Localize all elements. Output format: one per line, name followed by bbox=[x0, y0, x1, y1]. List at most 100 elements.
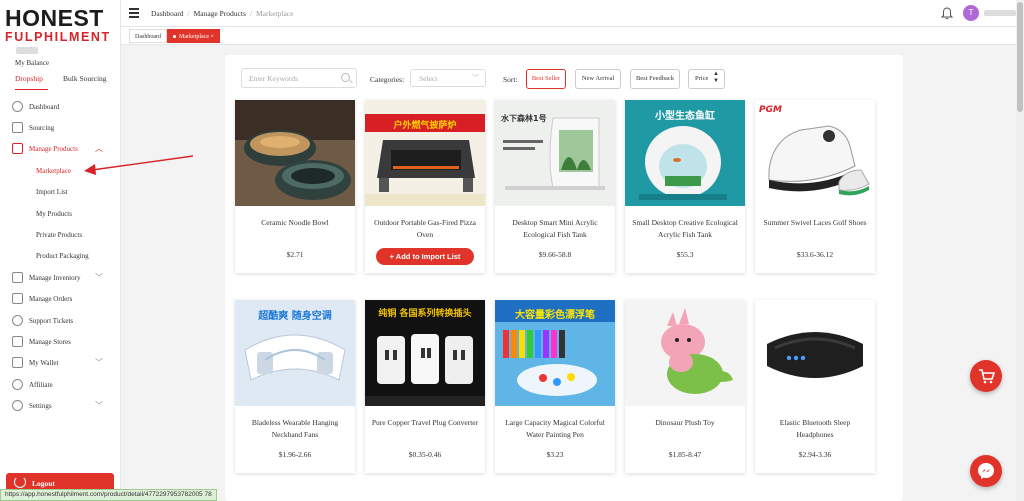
sidebar-item-my-wallet[interactable]: My Wallet ﹀ bbox=[0, 356, 121, 372]
sidebar-item-label: My Wallet bbox=[29, 359, 59, 367]
logout-label: Logout bbox=[32, 479, 55, 488]
tab-bulk-sourcing[interactable]: Bulk Sourcing bbox=[63, 72, 107, 90]
product-image-banner: 户外燃气披萨炉 bbox=[393, 121, 457, 131]
page-tabs: Dashboard Marketplace × bbox=[121, 27, 1024, 45]
categories-select[interactable]: Select ﹀ bbox=[410, 69, 486, 87]
product-price: $2.94-3.36 bbox=[798, 450, 832, 459]
menu-toggle-icon[interactable] bbox=[129, 8, 139, 18]
close-icon[interactable]: × bbox=[210, 34, 213, 40]
product-price: $55.3 bbox=[676, 250, 694, 259]
breadcrumb-dashboard[interactable]: Dashboard bbox=[151, 9, 184, 18]
product-card[interactable]: Dinosaur Plush Toy $1.85-8.47 bbox=[625, 300, 745, 473]
search-icon[interactable] bbox=[341, 73, 350, 82]
sort-best-feedback-button[interactable]: Best Feedback bbox=[630, 69, 680, 89]
product-price: $9.66-58.8 bbox=[538, 250, 572, 259]
sidebar-item-sourcing[interactable]: Sourcing bbox=[0, 121, 121, 137]
product-name: Elastic Bluetooth Sleep Headphones bbox=[779, 418, 851, 439]
product-image: 水下森林1号 bbox=[495, 100, 615, 206]
chevron-down-icon: ﹀ bbox=[95, 401, 103, 410]
sidebar-item-manage-orders[interactable]: Manage Orders bbox=[0, 292, 121, 308]
product-image: 户外燃气披萨炉 bbox=[365, 100, 485, 206]
sort-new-arrival-button[interactable]: New Arrival bbox=[575, 69, 621, 89]
product-image: 小型生态鱼缸 bbox=[625, 100, 745, 206]
sidebar-subitem-private-products[interactable]: Private Products bbox=[36, 231, 82, 239]
product-price: $1.85-8.47 bbox=[668, 450, 702, 459]
sort-price-button[interactable]: Price ▲ ▼ bbox=[688, 69, 725, 89]
active-dot-icon bbox=[173, 35, 176, 39]
chevron-down-icon: ﹀ bbox=[472, 74, 479, 82]
sidebar-item-dashboard[interactable]: Dashboard bbox=[0, 100, 121, 116]
product-image-banner: 纯铜 各国系列转换插头 bbox=[378, 309, 472, 319]
page-scrollbar[interactable] bbox=[1016, 0, 1024, 501]
tab-dropship[interactable]: Dropship bbox=[15, 72, 48, 90]
product-image-banner: 小型生态鱼缸 bbox=[655, 111, 715, 122]
inventory-icon bbox=[12, 272, 23, 283]
sidebar-item-label: Support Tickets bbox=[29, 317, 74, 325]
search-box bbox=[241, 68, 357, 88]
avatar[interactable]: T bbox=[963, 5, 979, 21]
sidebar-subitem-marketplace[interactable]: Marketplace bbox=[36, 167, 71, 175]
breadcrumb: Dashboard / Manage Products / Marketplace bbox=[151, 9, 294, 18]
wallet-icon bbox=[12, 357, 23, 368]
categories-label: Categories: bbox=[370, 75, 405, 84]
sort-label: Sort: bbox=[503, 75, 518, 84]
page-tab-marketplace[interactable]: Marketplace × bbox=[167, 29, 220, 43]
chevron-down-icon: ﹀ bbox=[95, 273, 103, 282]
messenger-icon bbox=[978, 463, 994, 479]
messenger-button[interactable] bbox=[970, 455, 1002, 487]
product-image bbox=[625, 300, 745, 406]
orders-icon bbox=[12, 293, 23, 304]
page-tab-dashboard[interactable]: Dashboard bbox=[129, 29, 167, 43]
categories-value: Select bbox=[419, 74, 438, 83]
product-card[interactable]: Ceramic Noodle Bowl $2.71 bbox=[235, 100, 355, 273]
sidebar-subitem-import-list[interactable]: Import List bbox=[36, 188, 68, 196]
product-name: Ceramic Noodle Bowl bbox=[261, 218, 329, 227]
product-card[interactable]: 水下森林1号 Desktop Smart Mini Acrylic Ecolog… bbox=[495, 100, 615, 273]
product-card[interactable]: 小型生态鱼缸 Small Desktop Creative Ecological… bbox=[625, 100, 745, 273]
sidebar-item-manage-inventory[interactable]: Manage Inventory ﹀ bbox=[0, 271, 121, 287]
product-price: $1.96-2.66 bbox=[278, 450, 312, 459]
product-name: Large Capacity Magical Colorful Water Pa… bbox=[505, 418, 605, 439]
product-card[interactable]: 超酷爽 随身空调 Bladeless Wearable Hanging Neck… bbox=[235, 300, 355, 473]
scrollbar-thumb[interactable] bbox=[1017, 2, 1023, 112]
sidebar-item-label: Manage Orders bbox=[29, 295, 73, 303]
product-card[interactable]: PGM Summer Swivel Laces Golf Shoes $33.6… bbox=[755, 100, 875, 273]
product-card[interactable]: 纯铜 各国系列转换插头 Pure Copper Travel Plug Conv… bbox=[365, 300, 485, 473]
brand-logo[interactable]: HONEST FULPHILMENT bbox=[5, 6, 117, 44]
chevron-down-icon: ﹀ bbox=[95, 358, 103, 367]
sidebar-item-label: Manage Products bbox=[29, 145, 78, 153]
product-image-banner: 大容量彩色漂浮笔 bbox=[515, 310, 595, 321]
cart-button[interactable] bbox=[970, 360, 1002, 392]
add-to-import-list-button[interactable]: + Add to Import List bbox=[376, 248, 474, 265]
sidebar-item-label: Settings bbox=[29, 402, 52, 410]
product-image-banner: PGM bbox=[759, 105, 782, 115]
breadcrumb-marketplace: Marketplace bbox=[255, 9, 294, 18]
dashboard-icon bbox=[12, 101, 23, 112]
search-input[interactable] bbox=[249, 72, 339, 84]
sidebar-item-manage-products[interactable]: Manage Products ︿ bbox=[0, 142, 121, 158]
product-name: Bladeless Wearable Hanging Neckband Fans bbox=[251, 418, 339, 439]
sidebar-item-manage-stores[interactable]: Manage Stores bbox=[0, 335, 121, 351]
sort-best-seller-button[interactable]: Best Seller bbox=[526, 69, 566, 89]
brand-line1: HONEST bbox=[5, 5, 104, 31]
sidebar-subitem-product-packaging[interactable]: Product Packaging bbox=[36, 252, 89, 260]
sort-price-label: Price bbox=[695, 75, 709, 82]
sidebar-item-affiliate[interactable]: Affiliate bbox=[0, 378, 121, 394]
sidebar-item-label: Sourcing bbox=[29, 124, 55, 132]
product-price: $0.35-0.46 bbox=[408, 450, 442, 459]
sidebar-item-support-tickets[interactable]: Support Tickets bbox=[0, 314, 121, 330]
username-blurred[interactable] bbox=[984, 10, 1016, 16]
product-card[interactable]: 户外燃气披萨炉 Outdoor Portable Gas-Fired Pizza… bbox=[365, 100, 485, 273]
product-price: $3.23 bbox=[546, 450, 564, 459]
product-card[interactable]: Elastic Bluetooth Sleep Headphones $2.94… bbox=[755, 300, 875, 473]
sidebar-subitem-my-products[interactable]: My Products bbox=[36, 210, 72, 218]
sidebar-item-settings[interactable]: Settings ﹀ bbox=[0, 399, 121, 415]
bell-icon[interactable] bbox=[941, 7, 953, 20]
product-image: PGM bbox=[755, 100, 875, 206]
product-card[interactable]: 大容量彩色漂浮笔 Large Capacity Magical Colorful… bbox=[495, 300, 615, 473]
sort-arrows-icon: ▲ ▼ bbox=[713, 71, 719, 84]
product-name: Dinosaur Plush Toy bbox=[655, 418, 715, 427]
product-image-banner: 水下森林1号 bbox=[501, 114, 547, 123]
sidebar: HONEST FULPHILMENT My Balance Dropship B… bbox=[0, 0, 121, 501]
breadcrumb-manage-products[interactable]: Manage Products bbox=[194, 9, 246, 18]
